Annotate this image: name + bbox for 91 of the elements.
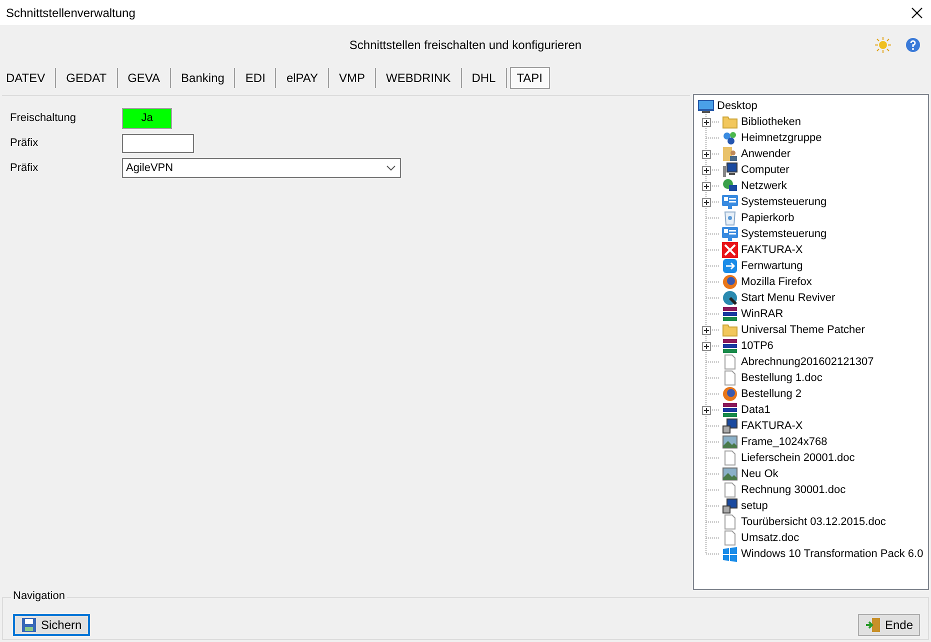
fox-globe-icon	[722, 274, 738, 290]
tree-item[interactable]: Heimnetzgruppe	[741, 132, 822, 144]
document-icon	[722, 482, 738, 498]
document-icon	[722, 370, 738, 386]
setup-computer-icon	[722, 418, 738, 434]
tree-item[interactable]: Mozilla Firefox	[741, 276, 812, 288]
tree-item[interactable]: Tourübersicht 03.12.2015.doc	[741, 516, 886, 528]
books-stack-icon	[722, 338, 738, 354]
window-title: Schnittstellenverwaltung	[6, 6, 136, 20]
tab[interactable]: DHL	[462, 68, 507, 88]
header-title: Schnittstellen freischalten und konfigurieren	[349, 38, 582, 52]
close-icon[interactable]	[911, 6, 923, 18]
tree-item[interactable]: Systemsteuerung	[741, 228, 827, 240]
tree-item[interactable]: Papierkorb	[741, 212, 794, 224]
tree-item[interactable]: Systemsteuerung	[741, 196, 827, 208]
windows-logo-icon	[722, 546, 738, 562]
tree-item[interactable]: setup	[741, 500, 768, 512]
app-icon	[722, 290, 738, 306]
image-icon	[722, 466, 738, 482]
expand-plus-icon[interactable]	[702, 326, 711, 335]
cross-icon	[722, 242, 738, 258]
tree-item[interactable]: Rechnung 30001.doc	[741, 484, 846, 496]
tree-item[interactable]: Lieferschein 20001.doc	[741, 452, 855, 464]
control-panel-icon	[722, 226, 738, 242]
activation-toggle[interactable]: Ja	[122, 108, 172, 128]
control-panel-icon	[722, 194, 738, 210]
save-button[interactable]: Sichern	[13, 614, 90, 636]
tab[interactable]: WEBDRINK	[376, 68, 462, 88]
tree-item[interactable]: Universal Theme Patcher	[741, 324, 865, 336]
tab[interactable]: Banking	[171, 68, 236, 88]
tree-item[interactable]: Bibliotheken	[741, 116, 801, 128]
books-stack-icon	[722, 402, 738, 418]
tree-item[interactable]: Bestellung 1.doc	[741, 372, 822, 384]
tree-item[interactable]: Desktop	[717, 100, 758, 112]
tree-item[interactable]: Bestellung 2	[741, 388, 802, 400]
help-icon[interactable]	[905, 37, 921, 53]
expand-plus-icon[interactable]	[702, 166, 711, 175]
tab[interactable]: elPAY	[276, 68, 330, 88]
prefix-input[interactable]	[122, 134, 194, 152]
folder-icon	[722, 114, 738, 130]
expand-plus-icon[interactable]	[702, 342, 711, 351]
expand-plus-icon[interactable]	[702, 198, 711, 207]
tree-item[interactable]: FAKTURA-X	[741, 420, 803, 432]
globe-monitor-icon	[722, 178, 738, 194]
prefix-dropdown[interactable]: AgileVPN	[122, 158, 401, 178]
field-label: Freischaltung	[10, 112, 78, 124]
arrows-app-icon	[722, 258, 738, 274]
tree-item[interactable]: Fernwartung	[741, 260, 803, 272]
door-exit-icon	[864, 617, 881, 633]
image-icon	[722, 434, 738, 450]
tree-item[interactable]: Umsatz.doc	[741, 532, 800, 544]
folder-icon	[722, 322, 738, 338]
chevron-down-icon	[386, 165, 396, 171]
tree-item[interactable]: Start Menu Reviver	[741, 292, 836, 304]
tree-item[interactable]: Netzwerk	[741, 180, 787, 192]
computer-icon	[722, 162, 738, 178]
network-icon	[722, 130, 738, 146]
tree-item[interactable]: Frame_1024x768	[741, 436, 828, 448]
document-icon	[722, 530, 738, 546]
tree-item[interactable]: Neu Ok	[741, 468, 778, 480]
document-icon	[722, 514, 738, 530]
document-icon	[722, 354, 738, 370]
tab[interactable]: EDI	[235, 68, 276, 88]
tree-item[interactable]: WinRAR	[741, 308, 784, 320]
books-stack-icon	[722, 306, 738, 322]
recycle-bin-icon	[722, 210, 738, 226]
tab[interactable]: GEDAT	[56, 68, 118, 88]
tab[interactable]: GEVA	[118, 68, 172, 88]
tree-item[interactable]: 10TP6	[741, 340, 774, 352]
exit-button[interactable]: Ende	[858, 614, 920, 636]
fox-globe-icon	[722, 386, 738, 402]
expand-plus-icon[interactable]	[702, 406, 711, 415]
document-icon	[722, 450, 738, 466]
field-label: Präfix	[10, 137, 40, 149]
expand-plus-icon[interactable]	[702, 182, 711, 191]
field-label: Präfix	[10, 162, 40, 174]
monitor-icon	[698, 98, 714, 114]
user-folder-icon	[722, 146, 738, 162]
tree-item[interactable]: Anwender	[741, 148, 791, 160]
tab[interactable]: VMP	[329, 68, 376, 88]
group-title: Navigation	[11, 590, 67, 602]
tree-item[interactable]: Abrechnung201602121307	[741, 356, 874, 368]
tree-item[interactable]: Data1	[741, 404, 770, 416]
tab[interactable]: DATEV	[4, 68, 56, 88]
tree-item[interactable]: FAKTURA-X	[741, 244, 803, 256]
tree-item[interactable]: Computer	[741, 164, 790, 176]
setup-computer-icon	[722, 498, 738, 514]
tree-item[interactable]: Windows 10 Transformation Pack 6.0	[741, 548, 924, 560]
expand-plus-icon[interactable]	[702, 150, 711, 159]
expand-plus-icon[interactable]	[702, 118, 711, 127]
tab[interactable]: TAPI	[510, 67, 550, 89]
